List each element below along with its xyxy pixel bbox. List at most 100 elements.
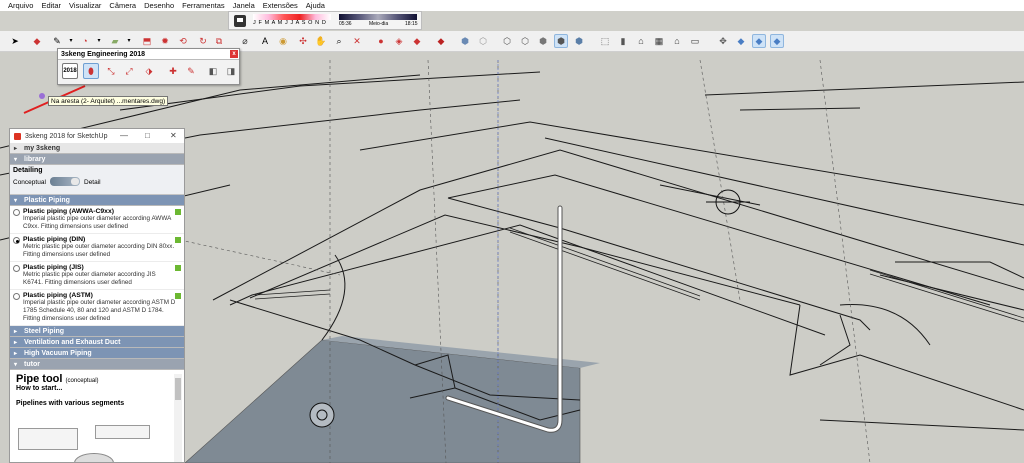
option-din[interactable]: Plastic piping (DIN) Metric plastic pipe… (10, 234, 184, 262)
maximize-button[interactable]: □ (145, 131, 150, 140)
shaded-textures-icon[interactable]: ⬢ (554, 34, 568, 48)
radio-astm[interactable] (13, 293, 20, 300)
section-plane-icon[interactable]: ✥ (716, 34, 730, 48)
chevron-down-icon[interactable]: ▾ (92, 34, 106, 48)
iso-view-icon[interactable]: ⬚ (598, 34, 612, 48)
pipe-tool-icon[interactable]: ⬮ (83, 63, 99, 79)
connect-icon[interactable]: ✚ (165, 63, 181, 79)
offset-icon[interactable]: ⟲ (176, 34, 190, 48)
wireframe-icon[interactable]: ⬡ (500, 34, 514, 48)
rotate-icon[interactable]: ↻ (196, 34, 210, 48)
shaded-icon[interactable]: ⬢ (536, 34, 550, 48)
shadow-toggle-icon[interactable] (234, 15, 246, 27)
zoom-icon[interactable]: ⌕ (332, 34, 346, 48)
option-awwa[interactable]: Plastic piping (AWWA-C9xx) Imperial plas… (10, 206, 184, 234)
xray-icon[interactable]: ⬢ (458, 34, 472, 48)
chevron-down-icon[interactable]: ▾ (64, 34, 78, 48)
snap-tooltip: Na aresta (2- Arquitet) ...mentares.dwg) (48, 96, 169, 106)
chevron-down-icon[interactable]: ▾ (122, 34, 136, 48)
extension-warehouse-icon[interactable]: ◆ (410, 34, 424, 48)
follow-me-icon[interactable]: ✹ (158, 34, 172, 48)
section-vacuum-label: High Vacuum Piping (24, 349, 92, 357)
detailing-toggle[interactable] (50, 177, 80, 186)
orbit-icon[interactable]: ✣ (296, 34, 310, 48)
menu-desenho[interactable]: Desenho (140, 1, 178, 10)
pencil-icon[interactable]: ✎ (50, 34, 64, 48)
menu-camera[interactable]: Câmera (105, 1, 140, 10)
front-view-icon[interactable]: ⌂ (634, 34, 648, 48)
section-library[interactable]: ▾ library (10, 154, 184, 165)
tutor-title-text: Pipe tool (16, 373, 63, 385)
option-title: Plastic piping (DIN) (23, 236, 86, 243)
modify-icon[interactable]: ✎ (183, 63, 199, 79)
tutor-content: Pipe tool (conceptual) How to start... P… (10, 370, 184, 462)
menu-extensoes[interactable]: Extensões (259, 1, 302, 10)
axes-icon[interactable]: ◆ (734, 34, 748, 48)
eraser-icon[interactable]: ◆ (30, 34, 44, 48)
menu-ferramentas[interactable]: Ferramentas (178, 1, 229, 10)
close-icon[interactable]: x (230, 50, 238, 58)
components-icon[interactable]: ◈ (392, 34, 406, 48)
flange-icon[interactable]: ⬗ (141, 63, 157, 79)
scale-icon[interactable]: ⧉ (212, 34, 226, 48)
detailing-heading: Detailing (13, 167, 43, 174)
panel-titlebar: 3skeng 2018 for SketchUp — □ ✕ (10, 129, 184, 143)
tutor-scrollbar[interactable] (174, 374, 182, 462)
time-end: 18:15 (405, 21, 418, 27)
section-ventilation[interactable]: ▸ Ventilation and Exhaust Duct (10, 337, 184, 348)
minimize-button[interactable]: — (120, 131, 128, 140)
section-steel-piping[interactable]: ▸ Steel Piping (10, 326, 184, 337)
panel-title: 3skeng 2018 for SketchUp (25, 132, 108, 140)
menu-editar[interactable]: Editar (37, 1, 65, 10)
paint-bucket-icon[interactable]: ◉ (276, 34, 290, 48)
close-button[interactable]: ✕ (170, 131, 177, 140)
text-icon[interactable]: A (258, 34, 272, 48)
radio-awwa[interactable] (13, 209, 20, 216)
section-high-vacuum[interactable]: ▸ High Vacuum Piping (10, 348, 184, 359)
left-view-icon[interactable]: ▭ (688, 34, 702, 48)
arc-icon[interactable]: ◔ (78, 34, 92, 48)
chevron-down-icon: ▾ (14, 197, 18, 204)
right-view-icon[interactable]: ▦ (652, 34, 666, 48)
menu-visualizar[interactable]: Visualizar (65, 1, 105, 10)
tutor-thumbnail-1 (18, 428, 78, 450)
monochrome-icon[interactable]: ⬢ (572, 34, 586, 48)
engineering-toolbar-title: 3skeng Engineering 2018 x (58, 49, 239, 60)
back-view-icon[interactable]: ⌂ (670, 34, 684, 48)
section-tutor[interactable]: ▾ tutor (10, 359, 184, 370)
radio-jis[interactable] (13, 265, 20, 272)
engineering-toolbar-title-text: 3skeng Engineering 2018 (61, 51, 146, 58)
select-arrow-icon[interactable]: ➤ (8, 34, 22, 48)
menu-janela[interactable]: Janela (229, 1, 259, 10)
tutor-title: Pipe tool (conceptual) (16, 373, 178, 385)
tape-measure-icon[interactable]: ⌀ (238, 34, 252, 48)
time-slider[interactable] (339, 14, 417, 20)
back-edges-icon[interactable]: ⬡ (476, 34, 490, 48)
chevron-right-icon: ▸ (14, 350, 18, 357)
radio-din[interactable] (13, 237, 20, 244)
menu-ajuda[interactable]: Ajuda (302, 1, 329, 10)
zoom-extents-icon[interactable]: ✕ (350, 34, 364, 48)
section-my3skeng[interactable]: ▸ my 3skeng (10, 143, 184, 154)
section-plastic-piping[interactable]: ▾ Plastic Piping (10, 195, 184, 206)
top-view-icon[interactable]: ▮ (616, 34, 630, 48)
hidden-line-icon[interactable]: ⬡ (518, 34, 532, 48)
push-pull-icon[interactable]: ⬒ (140, 34, 154, 48)
export-icon[interactable]: ◧ (205, 63, 221, 79)
section-fill-icon[interactable]: ◆ (752, 34, 766, 48)
list-icon[interactable]: ◨ (223, 63, 239, 79)
rectangle-icon[interactable]: ▰ (108, 34, 122, 48)
elbow-icon[interactable]: ⤢ (121, 63, 137, 79)
option-astm[interactable]: Plastic piping (ASTM) Imperial plastic p… (10, 290, 184, 326)
pan-icon[interactable]: ✋ (314, 34, 328, 48)
menu-arquivo[interactable]: Arquivo (4, 1, 37, 10)
status-indicator (175, 237, 181, 243)
section-cuts-icon[interactable]: ◆ (770, 34, 784, 48)
status-indicator (175, 265, 181, 271)
status-indicator (175, 209, 181, 215)
ruby-console-icon[interactable]: ◆ (434, 34, 448, 48)
fitting-icon[interactable]: ⤡ (103, 63, 119, 79)
warehouse-icon[interactable]: ● (374, 34, 388, 48)
version-badge[interactable]: 2018 (62, 63, 78, 79)
option-jis[interactable]: Plastic piping (JIS) Metric plastic pipe… (10, 262, 184, 290)
